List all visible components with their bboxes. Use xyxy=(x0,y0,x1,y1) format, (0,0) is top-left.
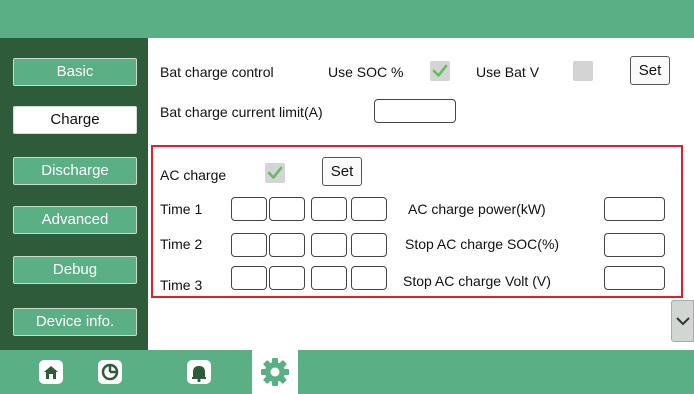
ac-charge-power-input[interactable] xyxy=(604,197,665,221)
ac-charge-power-label: AC charge power(kW) xyxy=(408,201,546,217)
time-1-end-minute[interactable] xyxy=(351,197,387,221)
use-soc-label: Use SOC % xyxy=(328,64,404,80)
sidebar-item-basic[interactable]: Basic xyxy=(13,58,137,86)
time-1-start-minute[interactable] xyxy=(269,197,305,221)
settings-nav-button[interactable] xyxy=(252,350,298,394)
bat-charge-control-label: Bat charge control xyxy=(160,64,274,80)
bell-icon xyxy=(187,360,211,384)
scroll-down-button[interactable] xyxy=(671,300,694,342)
header-bar xyxy=(0,0,694,38)
home-nav-button[interactable] xyxy=(36,357,66,387)
use-bat-v-label: Use Bat V xyxy=(476,64,540,80)
current-limit-input[interactable] xyxy=(374,99,456,123)
sidebar-item-debug[interactable]: Debug xyxy=(13,256,137,284)
gear-icon xyxy=(261,358,289,386)
stop-ac-charge-soc-label: Stop AC charge SOC(%) xyxy=(405,236,560,252)
pie-chart-icon xyxy=(98,360,122,384)
check-icon xyxy=(267,166,283,179)
time-3-start-hour[interactable] xyxy=(231,266,267,290)
sidebar-item-charge[interactable]: Charge xyxy=(13,106,137,134)
alarm-nav-button[interactable] xyxy=(184,357,214,387)
chevron-down-icon xyxy=(676,317,690,326)
time-1-label: Time 1 xyxy=(160,201,203,217)
time-3-label: Time 3 xyxy=(160,277,203,293)
time-1-start-hour[interactable] xyxy=(231,197,267,221)
time-1-end-hour[interactable] xyxy=(311,197,347,221)
ac-charge-label: AC charge xyxy=(160,167,227,183)
time-2-start-minute[interactable] xyxy=(269,233,305,257)
time-3-end-minute[interactable] xyxy=(351,266,387,290)
charge-control-set-button[interactable]: Set xyxy=(630,56,670,85)
ac-charge-set-button[interactable]: Set xyxy=(322,157,362,186)
use-soc-checkbox[interactable] xyxy=(430,61,450,81)
time-2-start-hour[interactable] xyxy=(231,233,267,257)
time-3-end-hour[interactable] xyxy=(311,266,347,290)
stop-ac-charge-soc-input[interactable] xyxy=(604,233,665,257)
statistics-nav-button[interactable] xyxy=(95,357,125,387)
check-icon xyxy=(432,64,448,77)
time-2-label: Time 2 xyxy=(160,236,203,252)
use-bat-v-checkbox[interactable] xyxy=(573,61,593,81)
sidebar-item-advanced[interactable]: Advanced xyxy=(13,206,137,234)
time-2-end-minute[interactable] xyxy=(351,233,387,257)
ac-charge-checkbox[interactable] xyxy=(265,163,285,183)
time-3-start-minute[interactable] xyxy=(269,266,305,290)
time-2-end-hour[interactable] xyxy=(311,233,347,257)
home-icon xyxy=(39,360,63,384)
sidebar-item-device-info[interactable]: Device info. xyxy=(13,308,137,336)
sidebar: Basic Charge Discharge Advanced Debug De… xyxy=(0,38,148,350)
current-limit-label: Bat charge current limit(A) xyxy=(160,104,323,120)
stop-ac-charge-volt-input[interactable] xyxy=(604,266,665,290)
sidebar-item-discharge[interactable]: Discharge xyxy=(13,157,137,185)
stop-ac-charge-volt-label: Stop AC charge Volt (V) xyxy=(403,273,551,289)
